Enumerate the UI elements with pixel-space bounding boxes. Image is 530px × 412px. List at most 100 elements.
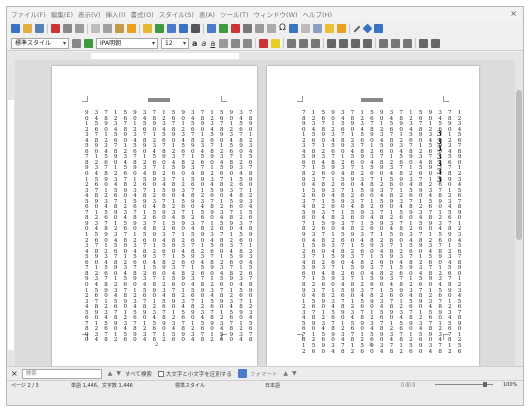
update-style-icon[interactable] <box>72 38 81 48</box>
basic-shapes-icon[interactable] <box>362 23 373 34</box>
print-icon[interactable] <box>63 24 72 33</box>
paragraph-style-dropdown[interactable]: 標準スタイル <box>11 37 69 49</box>
menu-help[interactable]: ヘルプ(H) <box>303 9 332 19</box>
insert-line-icon[interactable] <box>353 24 361 33</box>
track-changes-icon[interactable] <box>324 24 334 33</box>
menu-table[interactable]: 表(A) <box>199 9 215 19</box>
insert-chart-icon[interactable] <box>231 24 240 33</box>
menu-insert[interactable]: 挿入(I) <box>106 9 126 19</box>
export-pdf-icon[interactable] <box>51 24 60 33</box>
outline-list-icon[interactable] <box>311 38 321 48</box>
menu-tools[interactable]: ツール(T) <box>220 9 249 19</box>
page-count[interactable]: ページ 2 / 3 <box>11 382 39 389</box>
toolbar-separator <box>255 38 257 48</box>
find-all-button[interactable]: すべて検索 <box>125 370 152 378</box>
find-close-icon[interactable]: × <box>11 369 18 378</box>
vertical-scrollbar[interactable] <box>515 60 523 366</box>
line-spacing-icon[interactable] <box>379 38 389 48</box>
page-break-icon[interactable] <box>255 24 264 33</box>
menu-bar: ファイル(F) 編集(E) 表示(V) 挿入(I) 書式(O) スタイル(S) … <box>7 7 523 21</box>
toolbar-separator <box>375 38 377 48</box>
menu-styles[interactable]: スタイル(S) <box>159 9 194 19</box>
text-direction-ttb-icon[interactable] <box>431 38 441 48</box>
paste-icon[interactable] <box>115 24 124 33</box>
redo-icon[interactable] <box>155 24 164 33</box>
increase-indent-icon[interactable] <box>391 38 401 48</box>
open-folder-icon[interactable] <box>23 24 32 33</box>
page-style[interactable]: 標準スタイル <box>175 382 205 389</box>
numbered-list-icon[interactable] <box>299 38 309 48</box>
toolbar-separator <box>415 38 417 48</box>
clone-formatting-icon[interactable] <box>127 24 136 33</box>
header-footer-icon[interactable] <box>336 24 346 33</box>
menu-window[interactable]: ウィンドウ(W) <box>254 9 298 19</box>
page-left[interactable]: ■■■■■ 9 3 7 1 5 9 3 7 1 5 9 3 7 1 5 9 3 … <box>52 66 257 366</box>
page-number: 3 <box>369 342 373 348</box>
spellcheck-icon[interactable] <box>179 24 188 33</box>
status-bar: ページ 2 / 3 単語 1,446、文字数 1,446 標準スタイル 日本語 … <box>7 380 523 389</box>
match-case-checkbox[interactable] <box>157 370 164 377</box>
find-replace-icon[interactable] <box>237 369 247 378</box>
superscript-icon[interactable] <box>231 38 241 48</box>
side-column-text[interactable]: 3 3 3 3 3 3 3 <box>437 130 442 183</box>
page-body-text[interactable]: 9 3 7 1 5 9 3 7 1 5 9 3 7 1 5 9 3 7 0 4 … <box>85 110 255 344</box>
horizontal-ruler[interactable] <box>7 52 523 60</box>
align-left-icon[interactable] <box>327 38 337 48</box>
insert-comment-icon[interactable] <box>312 24 322 33</box>
zoom-slider-knob[interactable] <box>483 382 487 387</box>
decrease-indent-icon[interactable] <box>403 38 413 48</box>
font-name-dropdown[interactable]: IPA明朝 <box>96 37 158 49</box>
close-icon[interactable]: × <box>510 9 517 18</box>
insert-table-icon[interactable] <box>207 24 216 33</box>
undo-icon[interactable] <box>143 24 152 33</box>
font-size-dropdown[interactable]: 12 <box>161 37 189 49</box>
subscript-icon[interactable] <box>243 38 253 48</box>
footnote-icon[interactable] <box>300 24 310 33</box>
find-previous-icon[interactable]: ▲ <box>283 370 288 377</box>
save-icon[interactable] <box>35 24 44 33</box>
view-layout-icons[interactable]: ▯ ▯▯ ▯ <box>401 382 415 388</box>
bullet-list-icon[interactable] <box>287 38 297 48</box>
hyperlink-icon[interactable] <box>288 24 298 33</box>
draw-functions-icon[interactable] <box>373 24 383 33</box>
menu-edit[interactable]: 編集(E) <box>51 9 73 19</box>
vertical-ruler[interactable] <box>7 60 15 366</box>
document-area[interactable]: ■■■■■ 9 3 7 1 5 9 3 7 1 5 9 3 7 1 5 9 3 … <box>15 60 515 366</box>
scrollbar-thumb[interactable] <box>516 90 522 240</box>
menu-format[interactable]: 書式(O) <box>131 9 154 19</box>
highlight-color-icon[interactable] <box>271 38 281 48</box>
copy-icon[interactable] <box>103 24 112 33</box>
text-direction-ltr-icon[interactable] <box>419 38 429 48</box>
zoom-level[interactable]: 100% <box>503 382 517 388</box>
find-input[interactable]: 検索 <box>21 368 102 379</box>
find-previous-icon[interactable]: ▲ <box>108 370 113 377</box>
special-character-icon[interactable]: Ω <box>279 24 286 33</box>
new-style-icon[interactable] <box>84 38 93 48</box>
strikethrough-icon[interactable] <box>219 38 229 48</box>
insert-textbox-icon[interactable] <box>243 24 252 33</box>
menu-file[interactable]: ファイル(F) <box>11 9 46 19</box>
find-replace-icon[interactable] <box>167 24 176 33</box>
align-center-icon[interactable] <box>339 38 349 48</box>
cut-icon[interactable] <box>91 24 100 33</box>
font-color-icon[interactable] <box>259 38 269 48</box>
find-next-icon[interactable]: ▼ <box>116 370 121 377</box>
justify-icon[interactable] <box>363 38 373 48</box>
find-next-icon[interactable]: ▼ <box>292 370 297 377</box>
ruler-text-area <box>8 100 14 350</box>
page-right[interactable]: ■■■■■ 7 1 5 9 3 7 1 5 9 3 7 1 5 9 3 7 1 … <box>267 66 479 366</box>
insert-image-icon[interactable] <box>219 24 228 33</box>
italic-icon[interactable]: a <box>201 39 206 48</box>
align-right-icon[interactable] <box>351 38 361 48</box>
page-header: ■■■■■ <box>148 98 170 102</box>
new-document-icon[interactable] <box>11 24 20 33</box>
formatting-marks-icon[interactable] <box>191 24 200 33</box>
underline-icon[interactable]: a <box>210 39 215 48</box>
print-preview-icon[interactable] <box>75 24 84 33</box>
insert-field-icon[interactable] <box>267 24 276 33</box>
language[interactable]: 日本語 <box>265 382 280 389</box>
page-header: ■■■■■ <box>361 98 383 102</box>
bold-icon[interactable]: a <box>192 39 197 48</box>
menu-view[interactable]: 表示(V) <box>78 9 101 19</box>
find-toolbar: × 検索 ▲ ▼ すべて検索 大文字と小文字を区別する フォマート ▲ ▼ <box>7 366 523 380</box>
